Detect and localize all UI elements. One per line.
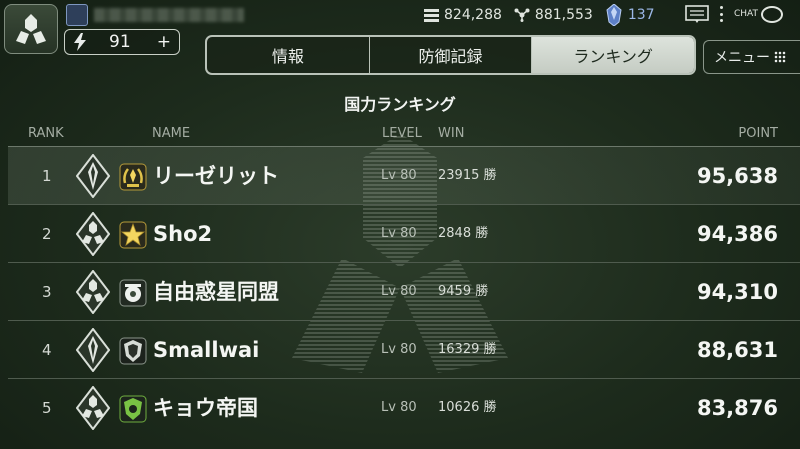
dark-shield-badge-icon — [119, 337, 147, 365]
rank-number: 2 — [42, 225, 52, 243]
blade-emblem-icon — [76, 328, 110, 372]
point-value: 88,631 — [696, 338, 778, 362]
tab-defense-log[interactable]: 防御記録 — [370, 37, 533, 73]
stamina-counter[interactable]: 91 + — [64, 29, 180, 55]
player-name: リーゼリット — [153, 164, 279, 188]
point-value: 94,386 — [696, 222, 778, 246]
trefoil-emblem-icon — [76, 270, 110, 314]
column-header-point: POINT — [738, 126, 778, 141]
green-shield-badge-icon — [119, 395, 147, 423]
ranking-title: 国力ランキング — [344, 95, 456, 114]
lightning-icon — [73, 33, 87, 51]
menu-button[interactable]: メニュー — [703, 40, 800, 74]
tab-info[interactable]: 情報 — [207, 37, 370, 73]
player-name: Sho2 — [153, 222, 213, 246]
point-value: 83,876 — [696, 396, 778, 420]
rank-number: 5 — [42, 399, 52, 417]
resource-materials: 881,553 — [514, 7, 593, 23]
mail-button[interactable] — [685, 5, 709, 23]
white-gear-badge-icon — [119, 279, 147, 307]
more-options-button[interactable] — [716, 4, 726, 24]
gold-wreath-badge-icon — [119, 163, 147, 191]
tab-ranking[interactable]: ランキング — [532, 37, 694, 73]
chat-button[interactable]: CHAT — [734, 4, 784, 24]
resource-crystal: 137 — [605, 4, 655, 26]
rank-number: 3 — [42, 283, 52, 301]
rank-number: 4 — [42, 341, 52, 359]
player-avatar[interactable] — [66, 4, 88, 26]
win-count: 2848 勝 — [438, 226, 489, 241]
win-count: 9459 勝 — [438, 284, 489, 299]
player-level: Lv 80 — [381, 342, 417, 357]
trefoil-emblem-icon — [76, 386, 110, 430]
column-header-win: WIN — [438, 126, 465, 141]
resource-supplies: 824,288 — [424, 7, 502, 23]
player-name-redacted — [94, 8, 244, 22]
gold-star-badge-icon — [119, 221, 147, 249]
column-header-rank: RANK — [28, 126, 64, 141]
column-header-name: NAME — [152, 126, 191, 141]
player-level: Lv 80 — [381, 226, 417, 241]
player-level: Lv 80 — [381, 284, 417, 299]
ranking-row[interactable]: 1 リーゼリット Lv 80 23915 勝 95,638 — [8, 146, 800, 204]
rank-number: 1 — [42, 167, 52, 185]
ranking-row[interactable]: 5 キョウ帝国 Lv 80 10626 勝 83,876 — [8, 378, 800, 436]
chat-bubble-icon — [761, 5, 784, 23]
trefoil-emblem-icon — [76, 212, 110, 256]
ranking-row[interactable]: 3 自由惑星同盟 Lv 80 9459 勝 94,310 — [8, 262, 800, 320]
grid-icon — [774, 51, 786, 63]
player-level: Lv 80 — [381, 400, 417, 415]
player-name: Smallwai — [153, 338, 260, 362]
stamina-value: 91 — [109, 32, 131, 52]
crystal-icon — [605, 4, 623, 26]
column-header-level: LEVEL — [382, 126, 422, 141]
trefoil-icon — [16, 14, 46, 44]
point-value: 94,310 — [696, 280, 778, 304]
blade-emblem-icon — [76, 154, 110, 198]
win-count: 10626 勝 — [438, 400, 497, 415]
resource-bar: 824,288 881,553 137 — [424, 4, 667, 26]
tab-bar: 情報 防御記録 ランキング — [205, 35, 696, 75]
player-level: Lv 80 — [381, 168, 417, 183]
ranking-row[interactable]: 2 Sho2 Lv 80 2848 勝 94,386 — [8, 204, 800, 262]
ranking-row[interactable]: 4 Smallwai Lv 80 16329 勝 88,631 — [8, 320, 800, 378]
faction-logo-button[interactable] — [4, 4, 58, 54]
point-value: 95,638 — [696, 164, 778, 188]
win-count: 16329 勝 — [438, 342, 497, 357]
player-name: キョウ帝国 — [153, 396, 258, 420]
stack-icon — [424, 8, 439, 22]
add-stamina-button[interactable]: + — [157, 32, 171, 52]
player-name: 自由惑星同盟 — [153, 280, 279, 304]
molecule-icon — [514, 8, 530, 22]
ranking-list: 1 リーゼリット Lv 80 23915 勝 95,638 2 Sho2 Lv … — [8, 146, 800, 436]
menu-label: メニュー — [714, 50, 770, 66]
mail-icon — [685, 5, 709, 23]
win-count: 23915 勝 — [438, 168, 497, 183]
chat-label: CHAT — [734, 9, 759, 19]
